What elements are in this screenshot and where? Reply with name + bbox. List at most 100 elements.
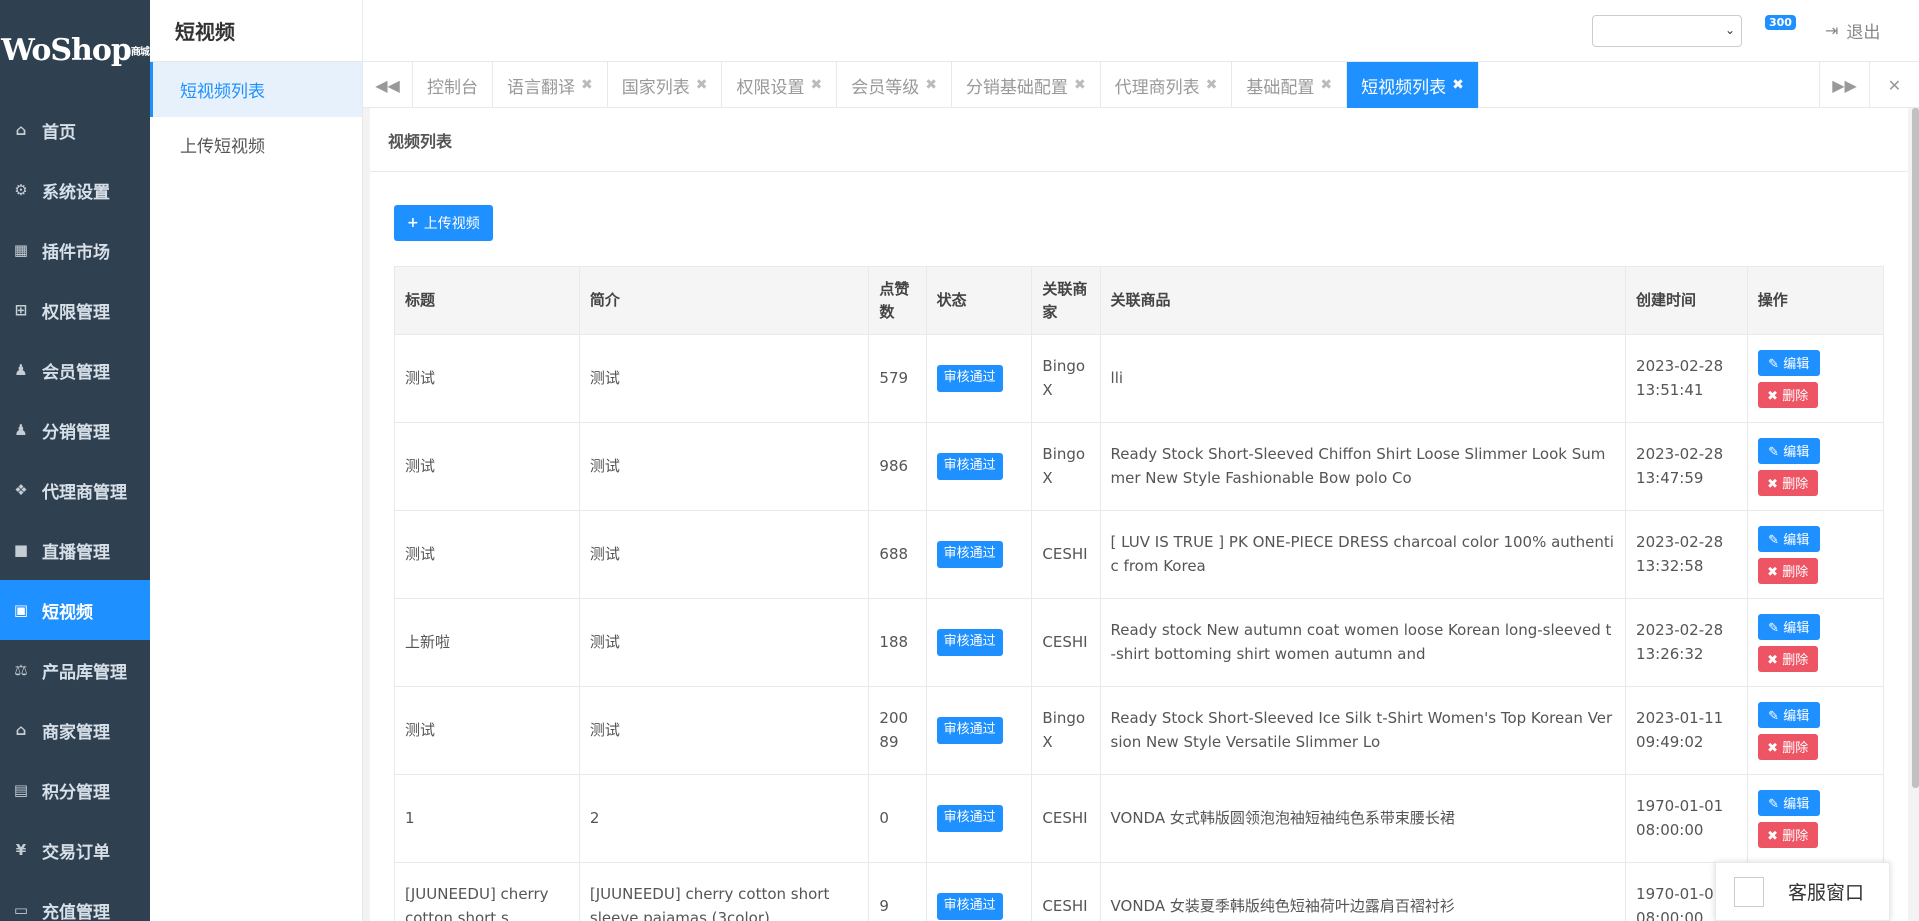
nav-item-label: 权限管理	[42, 302, 110, 323]
close-icon[interactable]: ✖	[1206, 77, 1218, 93]
nav-item[interactable]: ♟ 会员管理	[0, 340, 150, 400]
close-icon[interactable]: ✖	[1074, 77, 1086, 93]
tab[interactable]: 会员等级 ✖	[837, 62, 952, 108]
close-icon: ✖	[1767, 829, 1783, 844]
close-icon: ✖	[1767, 477, 1783, 492]
close-icon[interactable]: ✖	[1452, 77, 1464, 93]
delete-button[interactable]: ✖ 删除	[1757, 733, 1818, 760]
cell-merchant: BingoX	[1031, 422, 1101, 511]
cell-created: 1970-01-01 08:00:00	[1625, 774, 1748, 863]
tab-label: 权限设置	[736, 77, 805, 98]
subnav-item[interactable]: 短视频列表	[150, 62, 362, 117]
scrollbar[interactable]	[1912, 108, 1919, 788]
close-icon[interactable]: ✖	[696, 77, 708, 93]
column-header: 简介	[578, 266, 870, 335]
nav-item-label: 交易订单	[42, 842, 110, 863]
tab-label: 语言翻译	[507, 77, 575, 98]
tab[interactable]: 基础配置 ✖	[1232, 62, 1348, 108]
money-icon: ▭	[13, 901, 29, 919]
edit-button[interactable]: ✎ 编辑	[1757, 701, 1820, 728]
tab[interactable]: 语言翻译 ✖	[493, 62, 608, 108]
delete-button[interactable]: ✖ 删除	[1757, 469, 1818, 496]
delete-button[interactable]: ✖ 删除	[1757, 381, 1818, 408]
delete-label: 删除	[1782, 741, 1809, 756]
nav-item[interactable]: ❖ 代理商管理	[0, 460, 150, 520]
language-select[interactable]: ⌄	[1592, 15, 1742, 47]
subnav-item[interactable]: 上传短视频	[150, 117, 362, 172]
delete-button[interactable]: ✖ 删除	[1757, 645, 1818, 672]
table-row: 测试 测试 20089 审核通过 BingoX Ready Stock Short-Sle…	[394, 686, 1885, 775]
cell-actions: ✎ 编辑 ✖ 删除	[1746, 334, 1885, 423]
cell-status: 审核通过	[925, 862, 1033, 921]
nav-item[interactable]: ⚙ 系统设置	[0, 160, 150, 220]
notification-button[interactable]: 300	[1765, 15, 1796, 41]
nav-item[interactable]: ▣ 短视频	[0, 580, 150, 640]
tabs-scroll-right-button[interactable]: ▶▶	[1819, 62, 1869, 108]
edit-label: 编辑	[1783, 709, 1810, 724]
tab[interactable]: 控制台	[413, 62, 493, 108]
nav-item[interactable]: ¥ 交易订单	[0, 820, 150, 880]
tab[interactable]: 权限设置 ✖	[722, 62, 838, 108]
nav-item-label: 直播管理	[42, 542, 110, 563]
close-icon[interactable]: ✖	[810, 77, 822, 93]
nav-item-label: 短视频	[42, 602, 93, 623]
cell-likes: 579	[868, 334, 927, 423]
close-icon[interactable]: ✖	[1320, 77, 1332, 93]
close-icon: ✖	[1767, 565, 1783, 580]
tab[interactable]: 短视频列表 ✖	[1347, 62, 1479, 108]
close-icon[interactable]: ✖	[581, 77, 593, 93]
nav-item[interactable]: ▦ 插件市场	[0, 220, 150, 280]
cell-merchant: BingoX	[1031, 686, 1101, 775]
top-bar: ⌄ 300 ⇥ 退出	[363, 0, 1919, 62]
forward-icon: ▶▶	[1832, 75, 1857, 95]
sign-out-icon: ⇥	[1825, 21, 1839, 40]
edit-button[interactable]: ✎ 编辑	[1757, 613, 1820, 640]
close-all-tabs-button[interactable]: ✕	[1869, 62, 1919, 108]
table-row: 测试 测试 688 审核通过 CESHI[ LUV IS TRUE ] PK ONE-P…	[394, 510, 1885, 599]
nav-item[interactable]: ■ 直播管理	[0, 520, 150, 580]
row-actions: ✎ 编辑 ✖ 删除	[1757, 613, 1873, 672]
cell-product: [ LUV IS TRUE ] PK ONE-PIECE DRESS charc…	[1099, 510, 1627, 599]
delete-button[interactable]: ✖ 删除	[1757, 557, 1818, 584]
tab[interactable]: 分销基础配置 ✖	[952, 62, 1101, 108]
main-panel: 视频列表 + 上传视频 标题 简介 点赞数 状态 关联商家 关联商品 创建时间 操作 测试 测试…	[370, 108, 1908, 921]
cell-merchant: CESHI	[1031, 862, 1101, 921]
cell-title: 1	[394, 774, 580, 863]
cell-likes: 188	[868, 598, 927, 687]
chevron-down-icon: ⌄	[1724, 23, 1735, 37]
logout-button[interactable]: ⇥ 退出	[1825, 18, 1880, 43]
column-header: 点赞数	[868, 266, 927, 335]
upload-video-button[interactable]: + 上传视频	[394, 205, 493, 241]
users-icon: ♟	[14, 361, 28, 379]
nav-item[interactable]: ▤ 积分管理	[0, 760, 150, 820]
edit-button[interactable]: ✎ 编辑	[1757, 789, 1820, 816]
close-icon: ✖	[1767, 741, 1783, 756]
edit-button[interactable]: ✎ 编辑	[1757, 349, 1820, 376]
nav-item[interactable]: ⊞ 权限管理	[0, 280, 150, 340]
edit-button[interactable]: ✎ 编辑	[1757, 525, 1820, 552]
delete-button[interactable]: ✖ 删除	[1757, 821, 1818, 848]
upload-video-label: 上传视频	[423, 216, 480, 232]
nav-item[interactable]: ⚖ 产品库管理	[0, 640, 150, 700]
cell-created: 2023-02-28 13:32:58	[1625, 510, 1748, 599]
nav-item[interactable]: ⌂ 商家管理	[0, 700, 150, 760]
nav-item-label: 首页	[42, 122, 76, 143]
subnav-title: 短视频	[150, 0, 362, 62]
edit-label: 编辑	[1783, 445, 1810, 460]
logo[interactable]: WoShop 商城	[0, 0, 150, 100]
close-icon[interactable]: ✖	[925, 77, 937, 93]
nav-item[interactable]: ♟ 分销管理	[0, 400, 150, 460]
nav-item[interactable]: ▭ 充值管理	[0, 880, 150, 921]
plus-icon: +	[407, 215, 419, 231]
customer-service-button[interactable]: 客服窗口	[1715, 862, 1890, 921]
table-header-row: 标题 简介 点赞数 状态 关联商家 关联商品 创建时间 操作	[394, 266, 1885, 335]
tab[interactable]: 代理商列表 ✖	[1101, 62, 1233, 108]
tab-label: 短视频列表	[1361, 77, 1447, 98]
column-header: 标题	[394, 266, 580, 335]
nav-item[interactable]: ⌂ 首页	[0, 100, 150, 160]
pencil-icon: ✎	[1768, 445, 1784, 460]
cell-likes: 20089	[868, 686, 927, 775]
tab[interactable]: 国家列表 ✖	[608, 62, 723, 108]
tabs-scroll-left-button[interactable]: ◀◀	[363, 62, 413, 108]
edit-button[interactable]: ✎ 编辑	[1757, 437, 1820, 464]
